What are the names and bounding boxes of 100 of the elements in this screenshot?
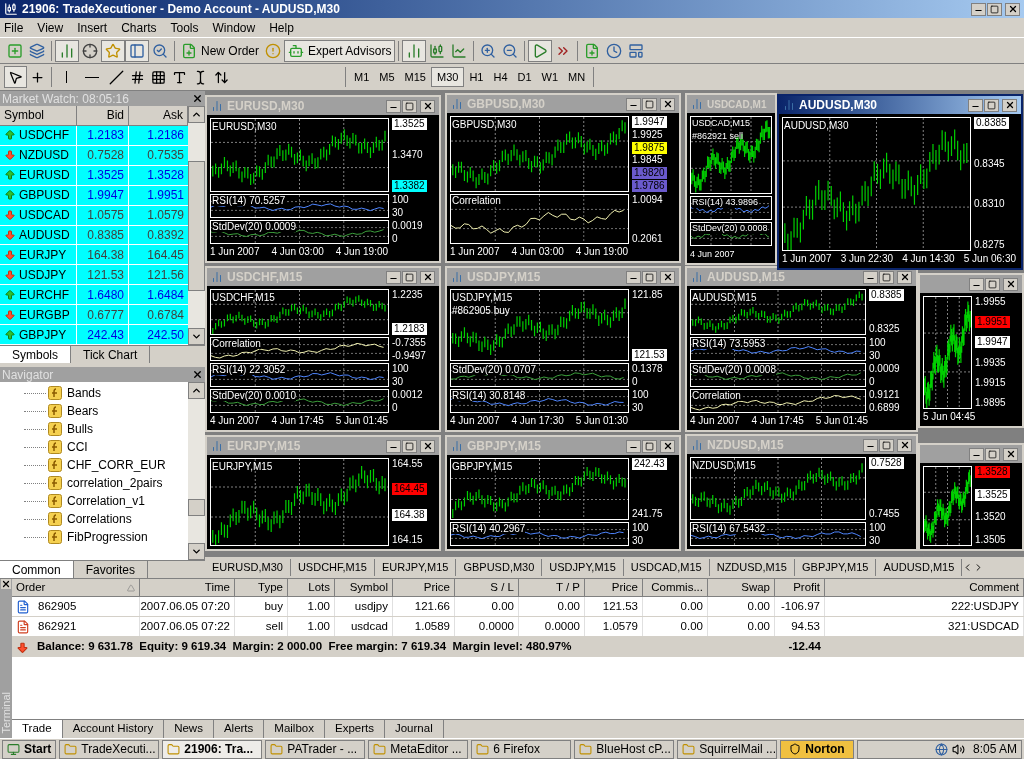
- maximize-button[interactable]: [985, 447, 1000, 461]
- column-header[interactable]: Symbol: [335, 579, 393, 598]
- column-header[interactable]: Price: [585, 579, 643, 598]
- timeframe-button[interactable]: M5: [374, 67, 400, 87]
- market-watch-button[interactable]: [55, 39, 79, 62]
- start-button[interactable]: Start: [2, 739, 57, 759]
- menu-item[interactable]: Help: [269, 18, 294, 37]
- close-button[interactable]: [420, 270, 435, 284]
- quote-row[interactable]: USDCAD 1.0575 1.0579: [0, 205, 188, 226]
- new-order-button[interactable]: New Order: [178, 39, 262, 62]
- timeframe-button[interactable]: MN: [563, 67, 591, 87]
- minimize-button[interactable]: [626, 439, 641, 453]
- minimize-button[interactable]: [386, 439, 401, 453]
- minimize-button[interactable]: [971, 2, 986, 16]
- network-icon[interactable]: [934, 742, 948, 756]
- maximize-button[interactable]: [402, 439, 417, 453]
- close-button[interactable]: [897, 438, 912, 452]
- column-header[interactable]: S / L: [455, 579, 519, 598]
- navigator-item[interactable]: Bands: [46, 384, 102, 402]
- close-button[interactable]: [1003, 277, 1018, 291]
- chart-tab[interactable]: NZDUSD,M15: [709, 559, 795, 576]
- panel-tab[interactable]: Symbols: [0, 346, 71, 363]
- navigator-item[interactable]: FibProgression: [46, 528, 148, 546]
- close-button[interactable]: [660, 270, 675, 284]
- maximize-button[interactable]: [642, 439, 657, 453]
- minimize-button[interactable]: [863, 270, 878, 284]
- maximize-button[interactable]: [402, 270, 417, 284]
- column-header[interactable]: Lots: [288, 579, 335, 598]
- volume-icon[interactable]: [951, 742, 965, 756]
- maximize-button[interactable]: [987, 2, 1002, 16]
- scrollbar[interactable]: [188, 106, 205, 345]
- timeframe-button[interactable]: M30: [430, 67, 465, 87]
- minimize-button[interactable]: [969, 447, 984, 461]
- maximize-button[interactable]: [402, 99, 417, 113]
- timeframe-button[interactable]: M15: [399, 67, 431, 87]
- bar-chart-button[interactable]: [402, 39, 427, 62]
- auto-scroll-button[interactable]: [528, 39, 553, 62]
- taskbar-button[interactable]: SquirrelMail ...: [677, 739, 778, 759]
- maximize-button[interactable]: [642, 270, 657, 284]
- minimize-button[interactable]: [969, 277, 984, 291]
- taskbar-button[interactable]: 21906: Tra...: [162, 739, 263, 759]
- quote-row[interactable]: USDCHF 1.2183 1.2186: [0, 125, 188, 146]
- quote-row[interactable]: GBPUSD 1.9947 1.9951: [0, 185, 188, 206]
- panel-tab[interactable]: Common: [0, 561, 74, 578]
- minimize-button[interactable]: [386, 270, 401, 284]
- quote-row[interactable]: AUDUSD 0.8385 0.8392: [0, 225, 188, 246]
- minimize-button[interactable]: [386, 99, 401, 113]
- chart-tab[interactable]: USDCAD,M15: [623, 559, 710, 576]
- terminal-button[interactable]: [125, 39, 149, 62]
- column-header[interactable]: Price: [393, 579, 455, 598]
- column-header[interactable]: Type: [235, 579, 288, 598]
- timeframe-button[interactable]: W1: [536, 67, 564, 87]
- quote-row[interactable]: EURCHF 1.6480 1.6484: [0, 285, 188, 306]
- close-icon[interactable]: [192, 369, 203, 380]
- menu-item[interactable]: File: [4, 18, 24, 37]
- panel-tab[interactable]: Favorites: [73, 561, 149, 578]
- quote-row[interactable]: GBPJPY 242.43 242.50: [0, 325, 188, 346]
- taskbar-button[interactable]: PATrader - ...: [265, 739, 366, 759]
- maximize-button[interactable]: [985, 277, 1000, 291]
- close-button[interactable]: [1002, 98, 1017, 112]
- close-button[interactable]: [660, 439, 675, 453]
- chart-tab[interactable]: EURUSD,M30: [205, 559, 291, 576]
- close-button[interactable]: [420, 439, 435, 453]
- navigator-item[interactable]: Bulls: [46, 420, 93, 438]
- chart-tab[interactable]: USDCHF,M15: [290, 559, 375, 576]
- timeframe-button[interactable]: D1: [512, 67, 537, 87]
- navigator-item[interactable]: Bears: [46, 402, 99, 420]
- navigator-item[interactable]: Correlation_v1: [46, 492, 146, 510]
- quote-row[interactable]: EURGBP 0.6777 0.6784: [0, 305, 188, 326]
- column-header[interactable]: Comment: [825, 579, 1024, 598]
- navigator-item[interactable]: CHF_CORR_EUR: [46, 456, 166, 474]
- close-button[interactable]: [660, 97, 675, 111]
- taskbar-button[interactable]: MetaEditor ...: [368, 739, 469, 759]
- scrollbar[interactable]: [188, 382, 205, 560]
- column-header[interactable]: T / P: [519, 579, 585, 598]
- close-button[interactable]: [420, 99, 435, 113]
- minimize-button[interactable]: [863, 438, 878, 452]
- menu-item[interactable]: View: [37, 18, 64, 37]
- minimize-button[interactable]: [626, 270, 641, 284]
- minimize-button[interactable]: [968, 98, 983, 112]
- navigator-item[interactable]: CCI: [46, 438, 88, 456]
- scroll-thumb[interactable]: [188, 499, 205, 516]
- menu-item[interactable]: Tools: [170, 18, 199, 37]
- close-button[interactable]: [1005, 2, 1020, 16]
- chart-tab[interactable]: GBPJPY,M15: [795, 559, 877, 576]
- timeframe-button[interactable]: H4: [488, 67, 513, 87]
- maximize-button[interactable]: [984, 98, 999, 112]
- expert-advisors-button[interactable]: Expert Advisors: [284, 39, 396, 62]
- order-row[interactable]: 862905 2007.06.05 07:20 buy 1.00 usdjpy 121.66 0.00 0.00 121.53 0.00 0.00 -106.97 222:USDJPY: [12, 597, 1024, 617]
- column-header[interactable]: Swap: [708, 579, 775, 598]
- quote-row[interactable]: USDJPY 121.53 121.56: [0, 265, 188, 286]
- maximize-button[interactable]: [642, 97, 657, 111]
- maximize-button[interactable]: [879, 270, 894, 284]
- column-header[interactable]: Time: [140, 579, 235, 598]
- terminal-tab[interactable]: Trade: [12, 720, 63, 738]
- quote-row[interactable]: EURUSD 1.3525 1.3528: [0, 165, 188, 186]
- quote-row[interactable]: EURJPY 164.38 164.45: [0, 245, 188, 266]
- close-icon[interactable]: [192, 93, 203, 104]
- column-header[interactable]: Order: [12, 579, 140, 598]
- norton-button[interactable]: Norton: [780, 739, 854, 759]
